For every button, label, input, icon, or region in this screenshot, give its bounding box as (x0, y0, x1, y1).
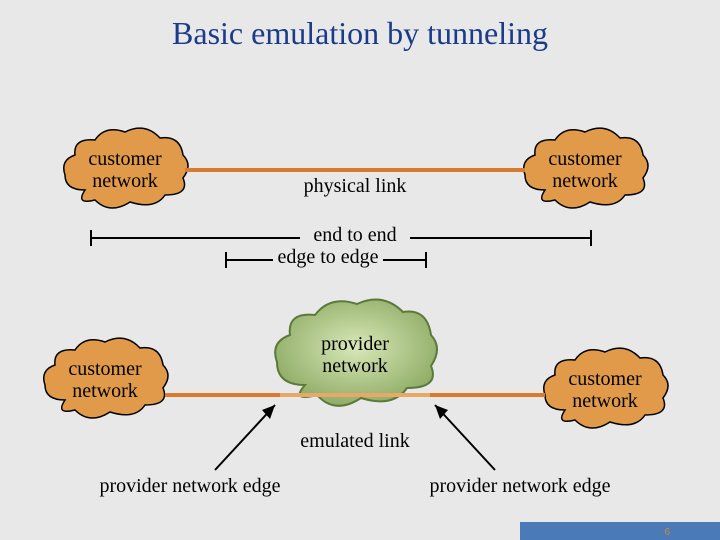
emulated-link-center (280, 393, 430, 397)
customer-cloud-bottom-right: customer network (535, 340, 675, 440)
provider-cloud: provider network (265, 290, 445, 420)
bracket-tick (590, 230, 592, 246)
cloud-label: customer network (568, 368, 641, 412)
edge-arrow-left (210, 395, 290, 475)
provider-edge-left-label: provider network edge (90, 475, 290, 498)
customer-cloud-bottom-left: customer network (35, 330, 175, 430)
customer-cloud-top-right: customer network (515, 120, 655, 220)
physical-link-label: physical link (280, 175, 430, 198)
physical-link-line (185, 168, 525, 172)
page-footer-bar (520, 522, 720, 540)
cloud-label: customer network (68, 358, 141, 402)
cloud-label: customer network (88, 148, 161, 192)
customer-cloud-top-left: customer network (55, 120, 195, 220)
edge-to-edge-label: edge to edge (273, 246, 383, 269)
provider-edge-right-label: provider network edge (420, 475, 620, 498)
page-number: 6 (664, 527, 670, 538)
cloud-label: provider network (321, 333, 389, 377)
emulated-link-label: emulated link (285, 430, 425, 453)
bracket-tick (425, 252, 427, 268)
page-title: Basic emulation by tunneling (0, 0, 720, 52)
end-to-end-label: end to end (300, 224, 410, 247)
edge-arrow-right (420, 395, 500, 475)
cloud-label: customer network (548, 148, 621, 192)
